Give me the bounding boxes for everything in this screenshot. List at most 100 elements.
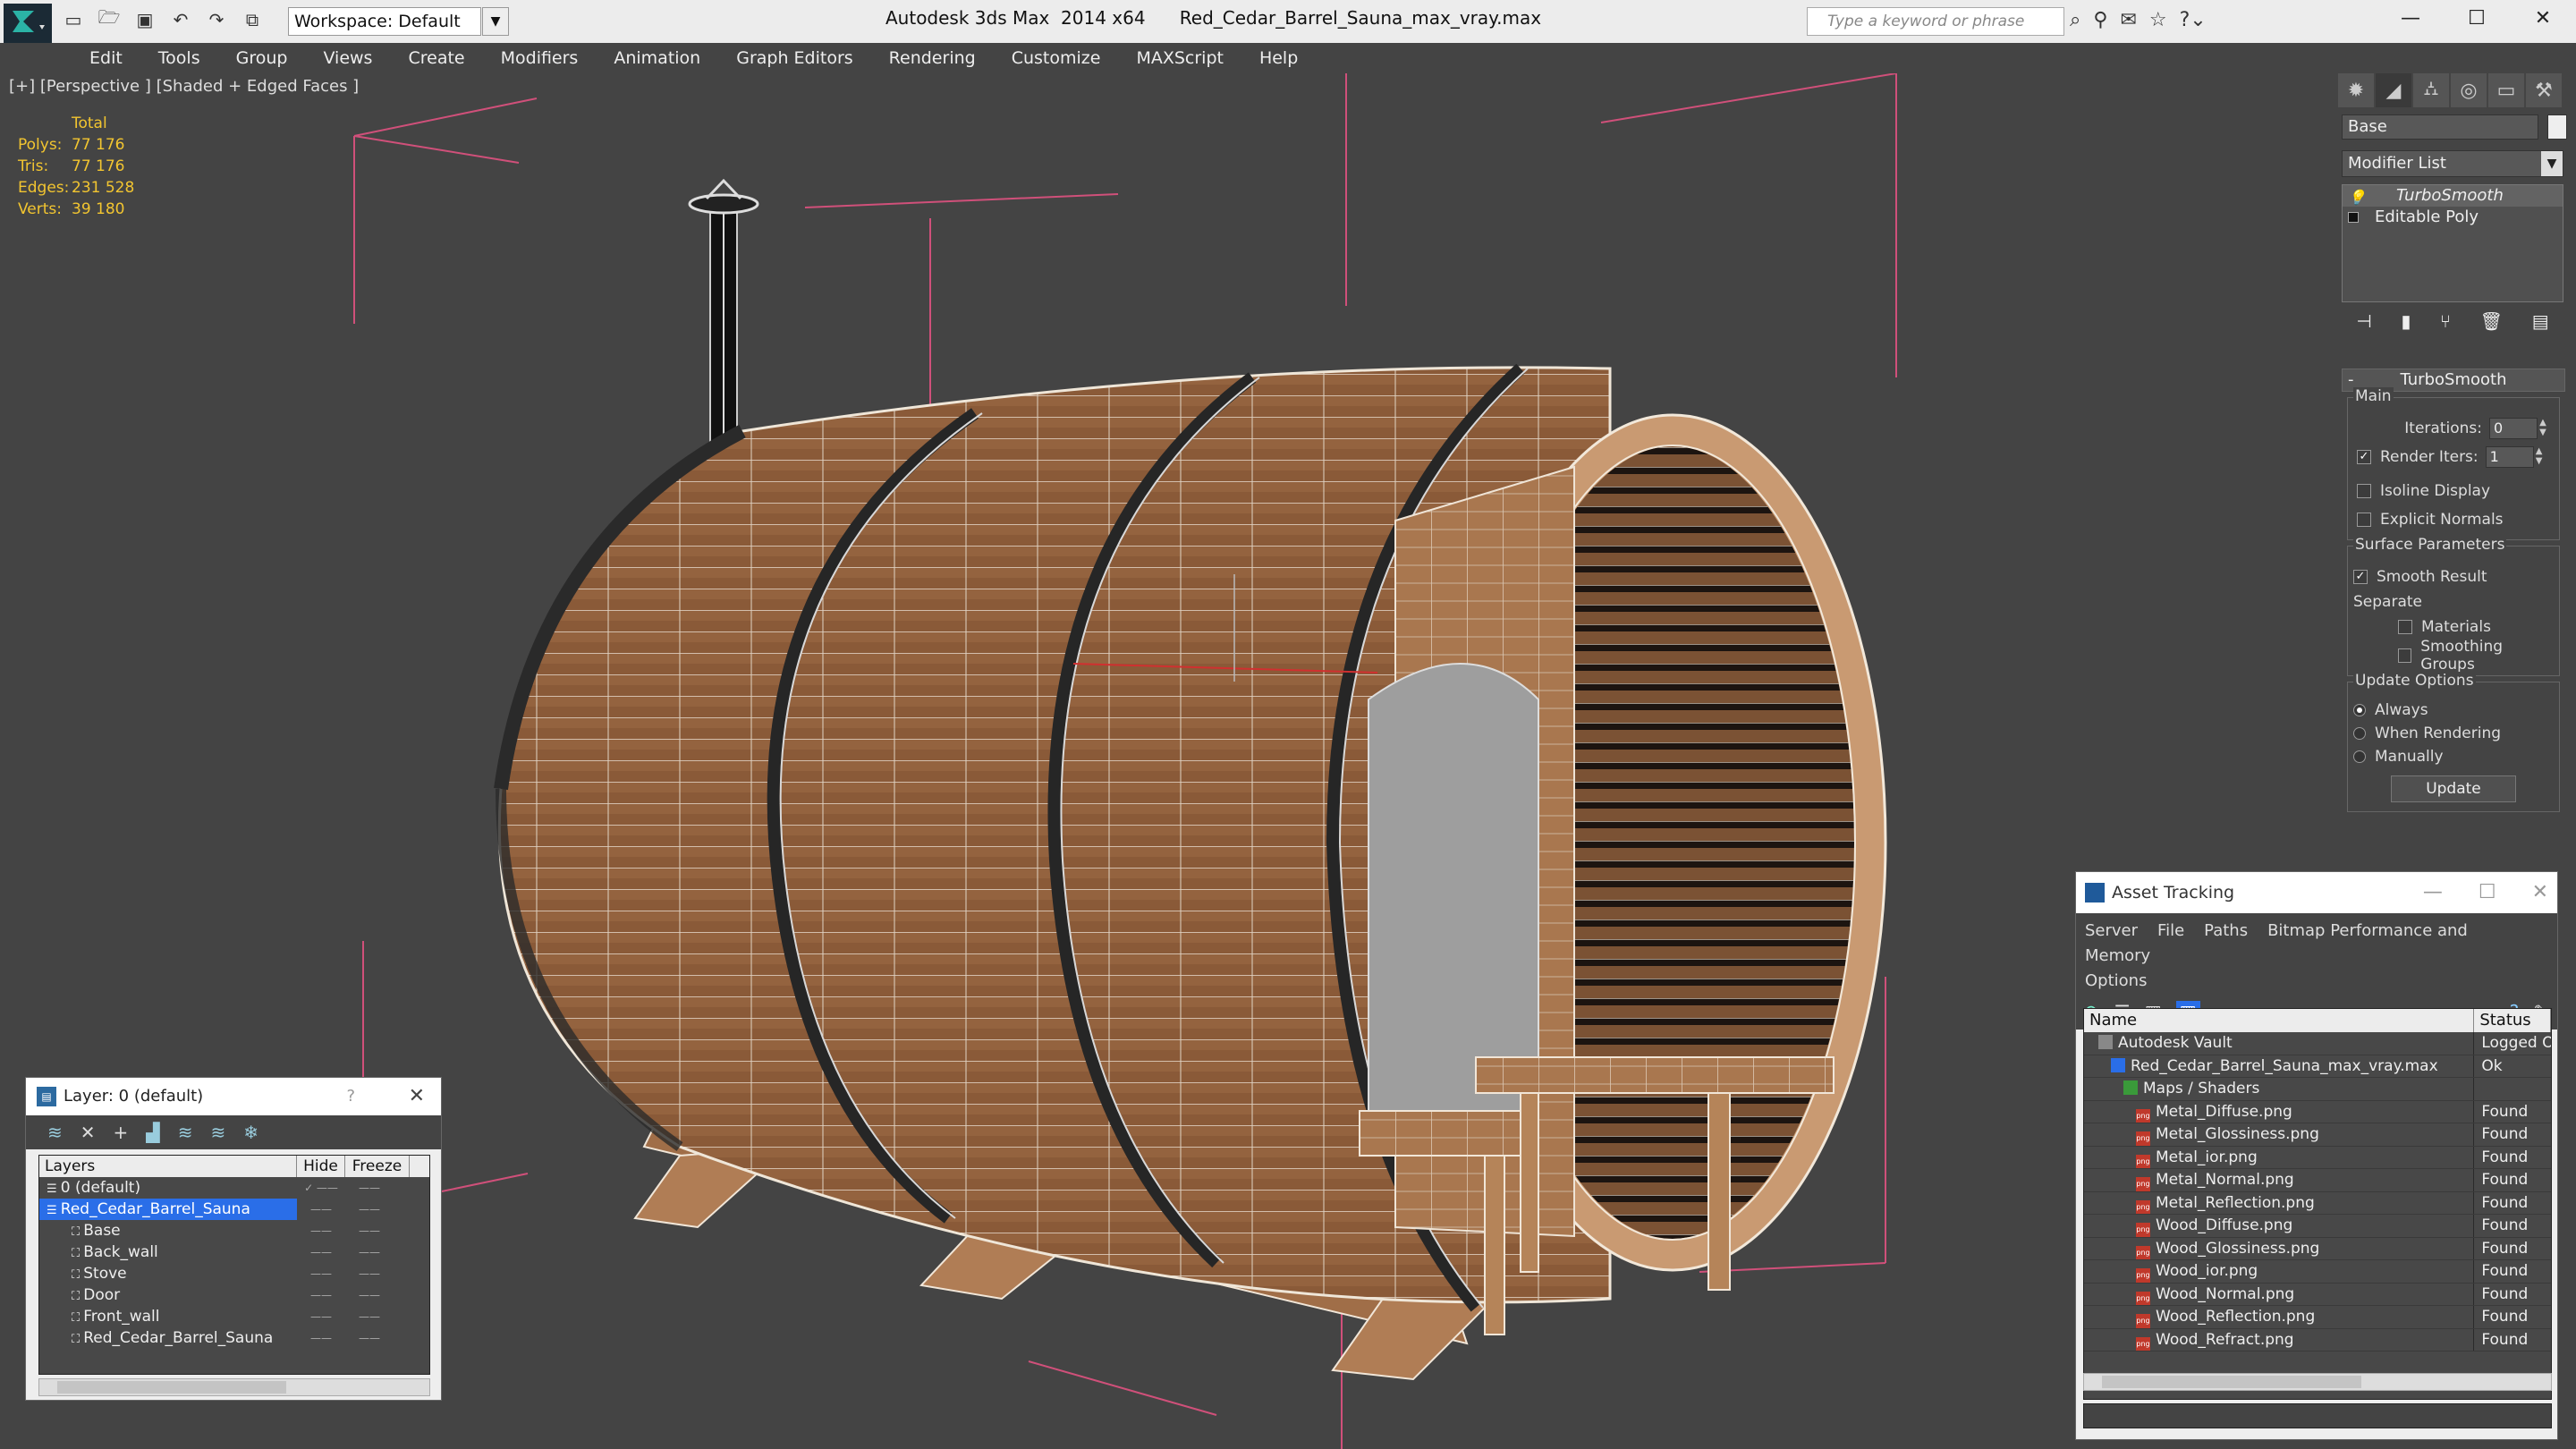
manually-radio[interactable] [2353,750,2366,763]
asset-name[interactable]: png Metal_Normal.png [2084,1169,2475,1191]
hide-toggle[interactable]: —— [297,1263,345,1284]
layer-name[interactable]: ⛶ Back_wall [39,1241,297,1263]
asset-row[interactable]: png Metal_Normal.png Found [2084,1169,2551,1192]
delete-layer-icon[interactable]: ✕ [80,1122,96,1143]
hierarchy-tab-icon[interactable]: ⛼ [2413,73,2449,107]
close-button[interactable]: ✕ [2510,0,2576,38]
render-iters-checkbox[interactable]: ✓ [2357,450,2371,464]
workspace-dropdown[interactable]: Workspace: Default ▼ [288,7,509,36]
layer-row[interactable]: ⛶ Door —— —— [39,1284,429,1306]
col-freeze[interactable]: Freeze [345,1156,410,1177]
asset-name[interactable]: png Wood_Diffuse.png [2084,1215,2475,1237]
freeze-toggle[interactable]: —— [345,1241,394,1263]
communication-icon[interactable]: ✉ [2120,9,2136,31]
hide-toggle[interactable]: —— [297,1327,345,1349]
asset-row[interactable]: png Metal_Reflection.png Found [2084,1191,2551,1215]
help-button[interactable]: ? [346,1078,355,1115]
menu-group[interactable]: Group [218,43,306,73]
menu-animation[interactable]: Animation [596,43,718,73]
asset-name[interactable]: png Wood_Reflection.png [2084,1306,2475,1328]
modify-tab-icon[interactable]: ◢ [2376,73,2411,107]
project-folder-icon[interactable]: ⧉ [242,9,263,30]
spinner-arrows-icon[interactable]: ▲ ▼ [2534,446,2545,468]
hide-toggle[interactable]: ✓ —— [297,1177,345,1199]
hide-toggle[interactable]: —— [297,1220,345,1241]
horizontal-scrollbar[interactable] [2083,1373,2552,1391]
menu-bitmap-performance[interactable]: Bitmap Performance and Memory [2085,921,2468,965]
new-file-icon[interactable]: ▭ [63,9,84,30]
materials-checkbox[interactable] [2398,620,2412,634]
chevron-down-icon[interactable]: ▼ [2541,151,2563,176]
menu-server[interactable]: Server [2085,921,2138,940]
layer-row[interactable]: ⛶ Back_wall —— —— [39,1241,429,1263]
asset-row[interactable]: png Metal_Diffuse.png Found [2084,1100,2551,1123]
freeze-toggle[interactable]: —— [345,1284,394,1306]
menu-paths[interactable]: Paths [2204,921,2248,940]
layer-name[interactable]: ⛶ Front_wall [39,1306,297,1327]
select-objects-icon[interactable]: ▟ [146,1122,159,1143]
open-file-icon[interactable]: 🗁 [98,6,121,30]
layer-row[interactable]: ⛶ Base —— —— [39,1220,429,1241]
freeze-toggle[interactable]: —— [345,1220,394,1241]
create-layer-icon[interactable]: ≋ [47,1122,63,1143]
asset-row[interactable]: png Wood_Normal.png Found [2084,1283,2551,1306]
minimize-button[interactable]: — [2423,872,2443,913]
asset-row[interactable]: png Wood_Diffuse.png Found [2084,1215,2551,1238]
asset-name[interactable]: png Wood_Glossiness.png [2084,1237,2475,1259]
asset-row[interactable]: Red_Cedar_Barrel_Sauna_max_vray.max Ok [2084,1055,2551,1078]
menu-modifiers[interactable]: Modifiers [483,43,597,73]
col-hide[interactable]: Hide [297,1156,345,1177]
layer-row[interactable]: ⛶ Stove —— —— [39,1263,429,1284]
menu-create[interactable]: Create [390,43,482,73]
viewport-label[interactable]: [+] [Perspective ] [Shaded + Edged Faces… [9,77,359,96]
help-icon[interactable]: ?⌄ [2180,9,2207,31]
favorites-star-icon[interactable]: ☆ [2149,9,2167,31]
asset-name[interactable]: png Metal_Glossiness.png [2084,1123,2475,1146]
layer-name[interactable]: ☰ 0 (default) [39,1177,297,1199]
asset-row[interactable]: png Wood_ior.png Found [2084,1260,2551,1284]
close-icon[interactable]: ✕ [2532,872,2548,913]
layer-name[interactable]: ⛶ Base [39,1220,297,1241]
pin-stack-icon[interactable]: ⊣ [2356,310,2371,332]
render-iters-spinner[interactable]: 1 [2485,446,2534,468]
menu-views[interactable]: Views [305,43,390,73]
freeze-toggle[interactable]: —— [345,1177,394,1199]
app-logo-icon[interactable] [4,4,52,43]
layer-name[interactable]: ⛶ Red_Cedar_Barrel_Sauna [39,1327,297,1349]
asset-row[interactable]: png Wood_Glossiness.png Found [2084,1237,2551,1260]
asset-window-titlebar[interactable]: Asset Tracking — ☐ ✕ [2076,872,2557,913]
asset-name[interactable]: png Metal_ior.png [2084,1146,2475,1168]
layer-name[interactable]: ⛶ Stove [39,1263,297,1284]
redo-icon[interactable]: ↷ [206,9,227,30]
motion-tab-icon[interactable]: ◎ [2451,73,2487,107]
search-input[interactable]: Type a keyword or phrase [1807,7,2064,36]
modifier-list-dropdown[interactable]: Modifier List ▼ [2342,150,2563,177]
display-tab-icon[interactable]: ▭ [2488,73,2524,107]
layer-window-titlebar[interactable]: ▤ Layer: 0 (default) ? ✕ [26,1078,441,1115]
hide-toggle[interactable]: —— [297,1284,345,1306]
asset-row[interactable]: png Metal_ior.png Found [2084,1146,2551,1169]
iterations-spinner[interactable]: 0 [2489,418,2538,439]
scrollbar-thumb[interactable] [57,1381,286,1394]
spinner-arrows-icon[interactable]: ▲ ▼ [2538,418,2548,439]
binoculars-icon[interactable]: ⌕ [2070,9,2080,31]
asset-name[interactable]: png Metal_Diffuse.png [2084,1100,2475,1123]
asset-name[interactable]: png Wood_Refract.png [2084,1328,2475,1351]
smooth-result-checkbox[interactable]: ✓ [2353,570,2368,584]
menu-options[interactable]: Options [2085,971,2147,990]
menu-edit[interactable]: Edit [72,43,140,73]
subscription-icon[interactable]: ⚲ [2093,9,2107,31]
hide-toggle[interactable]: —— [297,1306,345,1327]
asset-row[interactable]: Autodesk Vault Logged Out [2084,1032,2551,1055]
layer-row[interactable]: ⛶ Front_wall —— —— [39,1306,429,1327]
layer-row[interactable]: ⛶ Red_Cedar_Barrel_Sauna —— —— [39,1327,429,1349]
utilities-tab-icon[interactable]: ⚒ [2526,73,2562,107]
freeze-toggle[interactable]: —— [345,1199,394,1220]
freeze-toggle[interactable]: —— [345,1306,394,1327]
asset-row[interactable]: Maps / Shaders [2084,1078,2551,1101]
hide-toggle[interactable]: —— [297,1199,345,1220]
make-unique-icon[interactable]: ⑂ [2440,310,2451,332]
freeze-all-icon[interactable]: ❄ [243,1122,258,1143]
smoothing-groups-checkbox[interactable] [2398,648,2412,663]
menu-rendering[interactable]: Rendering [871,43,994,73]
